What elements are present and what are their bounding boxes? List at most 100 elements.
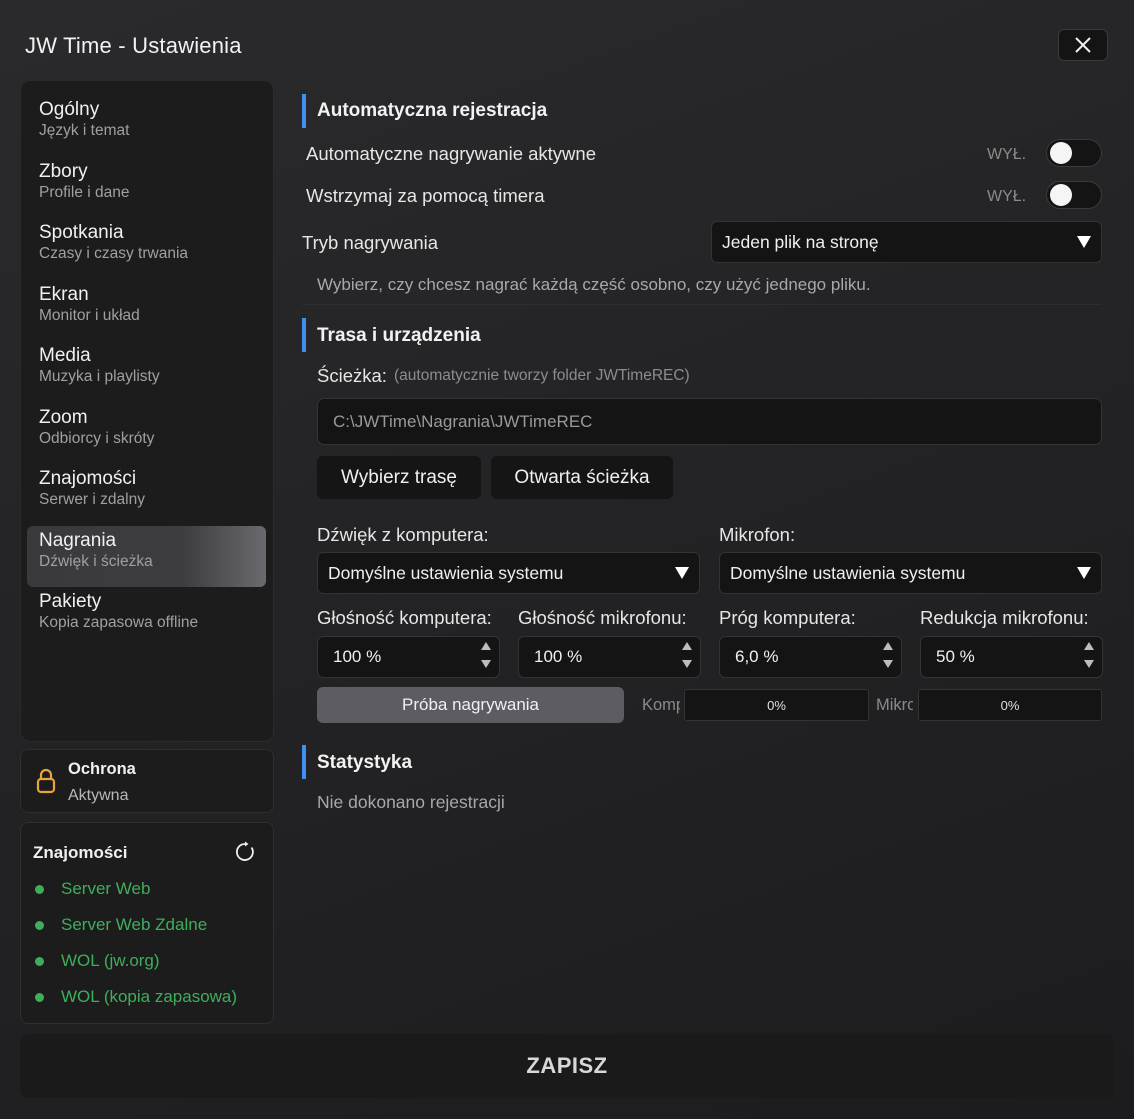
pc-meter-label: Komp — [642, 696, 680, 714]
refresh-icon[interactable] — [234, 841, 256, 863]
sidebar-item-sub: Czasy i czasy trwania — [39, 245, 189, 262]
mic-reduction-value: 50 % — [936, 647, 975, 666]
timer-pause-label: Wstrzymaj za pomocą timera — [306, 185, 545, 206]
stats-text: Nie dokonano rejestracji — [317, 792, 505, 812]
recording-mode-value: Jeden plik na stronę — [722, 231, 879, 252]
step-down-icon[interactable] — [1084, 659, 1094, 669]
mic-volume-stepper[interactable]: 100 % — [518, 636, 701, 678]
connection-item: Server Web Zdalne — [35, 915, 207, 935]
protection-status-panel: Ochrona Aktywna — [20, 749, 274, 813]
connection-label: WOL (jw.org) — [61, 951, 160, 970]
choose-path-button[interactable]: Wybierz trasę — [317, 456, 481, 499]
dropdown-arrow-icon — [1077, 567, 1091, 579]
recording-mode-label: Tryb nagrywania — [302, 232, 439, 253]
pc-threshold-label: Próg komputera: — [719, 607, 856, 628]
connection-item: WOL (kopia zapasowa) — [35, 987, 237, 1007]
mic-select[interactable]: Domyślne ustawienia systemu — [719, 552, 1102, 594]
sidebar-item-general[interactable]: Ogólny Język i temat — [27, 95, 266, 157]
step-up-icon[interactable] — [682, 641, 692, 651]
auto-record-state: WYŁ. — [987, 146, 1027, 163]
sidebar-item-connections[interactable]: Znajomości Serwer i zdalny — [27, 464, 266, 526]
test-recording-button[interactable]: Próba nagrywania — [317, 687, 624, 723]
toggle-knob — [1050, 184, 1072, 206]
mic-value: Domyślne ustawienia systemu — [730, 562, 966, 583]
section-title-stats: Statystyka — [317, 752, 413, 773]
section-accent-bar — [302, 94, 306, 128]
connections-panel: Znajomości Server Web Server Web Zdalne … — [20, 822, 274, 1024]
sidebar-item-label: Media — [39, 345, 91, 366]
window-title: JW Time - Ustawienia — [25, 33, 242, 58]
auto-record-toggle[interactable] — [1046, 139, 1102, 167]
protection-title: Ochrona — [68, 760, 136, 778]
pc-level-meter: 0% — [684, 689, 869, 721]
mic-label: Mikrofon: — [719, 524, 796, 545]
sidebar-item-label: Nagrania — [39, 529, 117, 551]
recording-mode-hint: Wybierz, czy chcesz nagrać każdą część o… — [317, 275, 871, 294]
pc-volume-stepper[interactable]: 100 % — [317, 636, 500, 678]
sidebar-item-media[interactable]: Media Muzyka i playlisty — [27, 341, 266, 403]
section-accent-bar — [302, 745, 306, 779]
dropdown-arrow-icon — [1077, 236, 1091, 248]
section-title-route: Trasa i urządzenia — [317, 325, 481, 346]
sidebar-item-label: Pakiety — [39, 591, 102, 612]
mic-volume-label: Głośność mikrofonu: — [518, 607, 687, 628]
pc-threshold-value: 6,0 % — [735, 647, 779, 666]
mic-reduction-label: Redukcja mikrofonu: — [920, 607, 1089, 628]
sidebar-item-meetings[interactable]: Spotkania Czasy i czasy trwania — [27, 218, 266, 280]
mic-reduction-stepper[interactable]: 50 % — [920, 636, 1103, 678]
sidebar-item-sub: Kopia zapasowa offline — [39, 614, 199, 631]
connection-item: Server Web — [35, 879, 150, 899]
connections-title: Znajomości — [33, 843, 128, 862]
pc-audio-select[interactable]: Domyślne ustawienia systemu — [317, 552, 700, 594]
recording-mode-select[interactable]: Jeden plik na stronę — [711, 221, 1102, 263]
path-note: (automatycznie tworzy folder JWTimeREC) — [394, 367, 690, 384]
sidebar-item-recordings[interactable]: Nagrania Dźwięk i ścieżka — [27, 525, 266, 587]
mic-level-meter: 0% — [918, 689, 1102, 721]
sidebar-item-packages[interactable]: Pakiety Kopia zapasowa offline — [27, 587, 266, 649]
step-down-icon[interactable] — [883, 659, 893, 669]
auto-record-label: Automatyczne nagrywanie aktywne — [306, 143, 596, 164]
pc-threshold-stepper[interactable]: 6,0 % — [719, 636, 902, 678]
path-label: Ścieżka: — [317, 365, 387, 386]
mic-volume-value: 100 % — [534, 647, 583, 666]
sidebar-item-label: Zbory — [39, 160, 88, 182]
lock-icon — [36, 768, 56, 794]
open-path-button[interactable]: Otwarta ścieżka — [491, 456, 673, 499]
section-divider — [302, 304, 1102, 305]
save-button[interactable]: ZAPISZ — [20, 1034, 1114, 1098]
sidebar-item-sub: Serwer i zdalny — [39, 491, 145, 508]
step-up-icon[interactable] — [481, 641, 491, 651]
pc-audio-label: Dźwięk z komputera: — [317, 524, 489, 545]
sidebar-item-congregations[interactable]: Zbory Profile i dane — [27, 157, 266, 219]
sidebar-nav: Ogólny Język i temat Zbory Profile i dan… — [20, 80, 274, 742]
step-up-icon[interactable] — [1084, 641, 1094, 651]
sidebar-item-zoom[interactable]: Zoom Odbiorcy i skróty — [27, 403, 266, 465]
section-accent-bar — [302, 318, 306, 352]
pc-volume-label: Głośność komputera: — [317, 607, 492, 628]
connection-label: Server Web Zdalne — [61, 915, 208, 934]
close-button[interactable] — [1058, 29, 1108, 61]
sidebar-item-label: Ogólny — [39, 99, 100, 120]
step-down-icon[interactable] — [481, 659, 491, 669]
section-title-auto: Automatyczna rejestracja — [317, 100, 548, 121]
pc-volume-value: 100 % — [333, 647, 382, 666]
sidebar-item-screen[interactable]: Ekran Monitor i układ — [27, 280, 266, 342]
status-dot-icon — [35, 956, 44, 966]
status-dot-icon — [35, 920, 44, 930]
timer-pause-state: WYŁ. — [987, 188, 1027, 205]
status-dot-icon — [35, 992, 44, 1002]
sidebar-item-sub: Profile i dane — [39, 183, 130, 201]
pc-audio-value: Domyślne ustawienia systemu — [328, 562, 564, 583]
close-icon — [1075, 37, 1091, 53]
dropdown-arrow-icon — [675, 567, 689, 579]
connection-label: WOL (kopia zapasowa) — [61, 987, 238, 1006]
timer-pause-toggle[interactable] — [1046, 181, 1102, 209]
connection-item: WOL (jw.org) — [35, 951, 160, 971]
step-down-icon[interactable] — [682, 659, 692, 669]
sidebar-item-sub: Dźwięk i ścieżka — [39, 552, 153, 570]
step-up-icon[interactable] — [883, 641, 893, 651]
sidebar-item-label: Znajomości — [39, 468, 137, 489]
protection-status: Aktywna — [68, 787, 129, 804]
sidebar-item-sub: Muzyka i playlisty — [39, 368, 160, 385]
path-input[interactable]: C:\JWTime\Nagrania\JWTimeREC — [317, 398, 1102, 445]
